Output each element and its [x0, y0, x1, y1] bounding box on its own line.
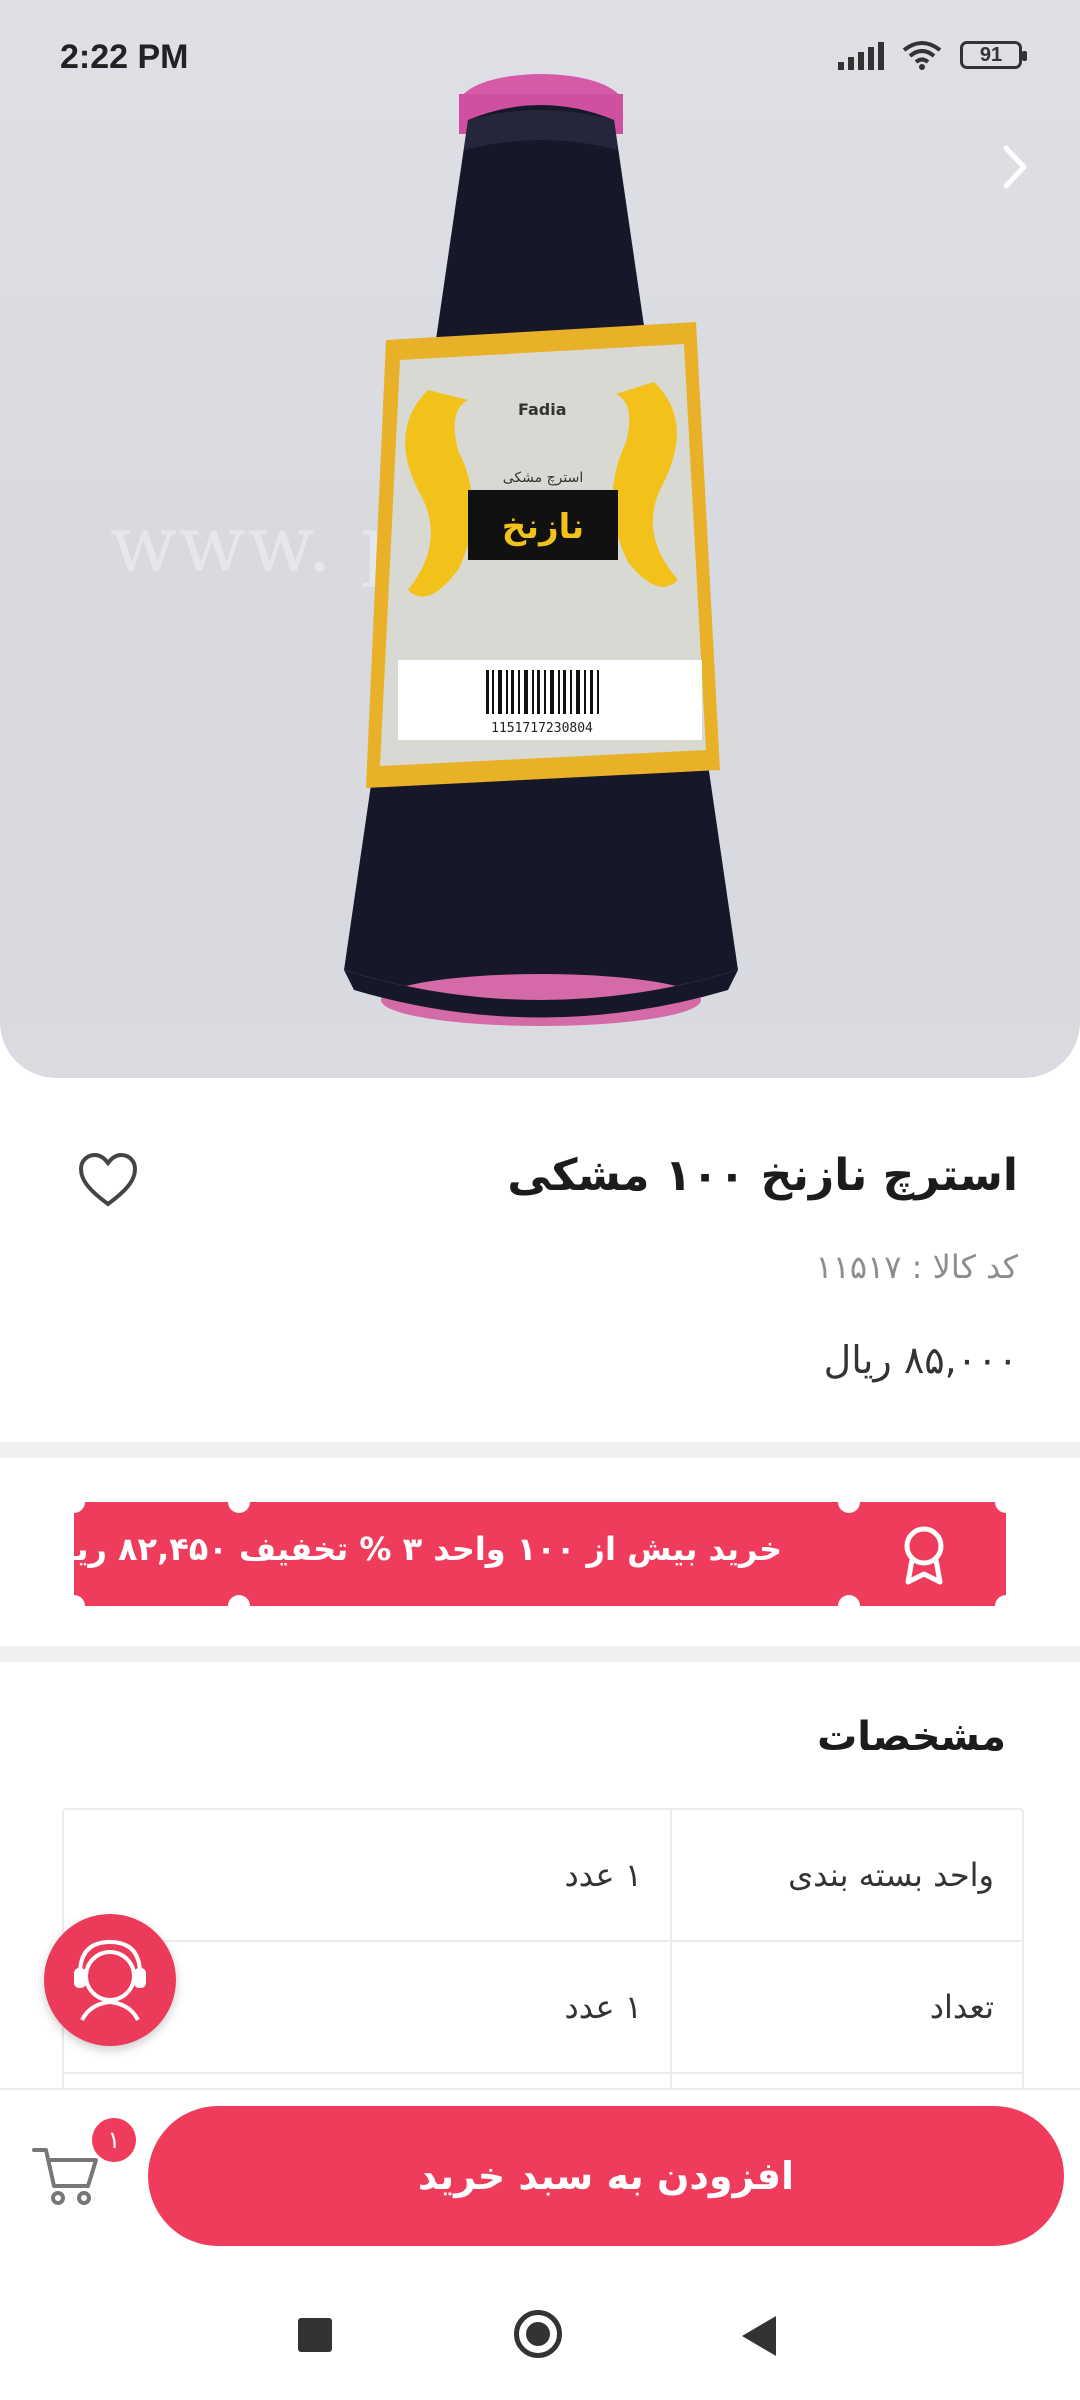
- next-image-arrow[interactable]: [990, 142, 1040, 202]
- product-image-gallery[interactable]: 2:22 PM 91 www. p.com Fadia نازنخ استرچ …: [0, 0, 1080, 1078]
- spec-label: واحد بسته بندی: [670, 1810, 1022, 1940]
- product-photo: Fadia نازنخ استرچ مشکی 1151717230804: [344, 74, 738, 1026]
- signal-icon: [838, 40, 884, 70]
- product-code: کد کالا : ۱۱۵۱۷: [815, 1248, 1019, 1286]
- section-divider: [0, 1442, 1080, 1458]
- add-to-cart-button[interactable]: افزودن به سبد خرید: [148, 2106, 1064, 2246]
- specs-table: واحد بسته بندی ۱ عدد تعداد ۱ عدد: [62, 1808, 1024, 2106]
- chevron-right-icon[interactable]: [1000, 144, 1030, 190]
- label-sub: استرچ مشکی: [503, 470, 583, 486]
- table-row: تعداد ۱ عدد: [64, 1942, 1022, 2074]
- headset-support-icon[interactable]: [44, 1914, 176, 2046]
- award-icon: [904, 1526, 944, 1585]
- battery-level: 91: [979, 43, 1003, 66]
- heart-icon[interactable]: [78, 1152, 138, 1208]
- support-button[interactable]: [44, 1914, 176, 2046]
- discount-banner: خرید بیش از ۱۰۰ واحد ۳ % تخفیف ۸۲,۴۵۰ ری…: [37, 1491, 1017, 1617]
- label-brand: Fadia: [518, 400, 567, 419]
- back-icon[interactable]: [742, 2316, 776, 2356]
- product-title: استرچ نازنخ ۱۰۰ مشکی: [507, 1150, 1018, 1201]
- recents-icon[interactable]: [298, 2318, 332, 2352]
- home-icon[interactable]: [514, 2310, 562, 2358]
- status-icons: 91: [838, 40, 1027, 70]
- discount-text: خرید بیش از ۱۰۰ واحد ۳ % تخفیف ۸۲,۴۵۰ ری…: [36, 1530, 782, 1568]
- label-barcode: 1151717230804: [491, 721, 593, 736]
- spec-label: تعداد: [670, 1942, 1022, 2072]
- cart-count-badge: ۱: [92, 2118, 136, 2162]
- section-divider: [0, 1646, 1080, 1662]
- table-row: واحد بسته بندی ۱ عدد: [64, 1810, 1022, 1942]
- status-time: 2:22 PM: [60, 38, 189, 76]
- label-name: نازنخ: [502, 507, 584, 547]
- product-price: ۸۵,۰۰۰ ریال: [823, 1338, 1018, 1382]
- battery-icon: 91: [960, 41, 1027, 69]
- wifi-icon: [902, 41, 942, 70]
- specs-title: مشخصات: [817, 1714, 1006, 1760]
- cart-icon[interactable]: [30, 2140, 102, 2210]
